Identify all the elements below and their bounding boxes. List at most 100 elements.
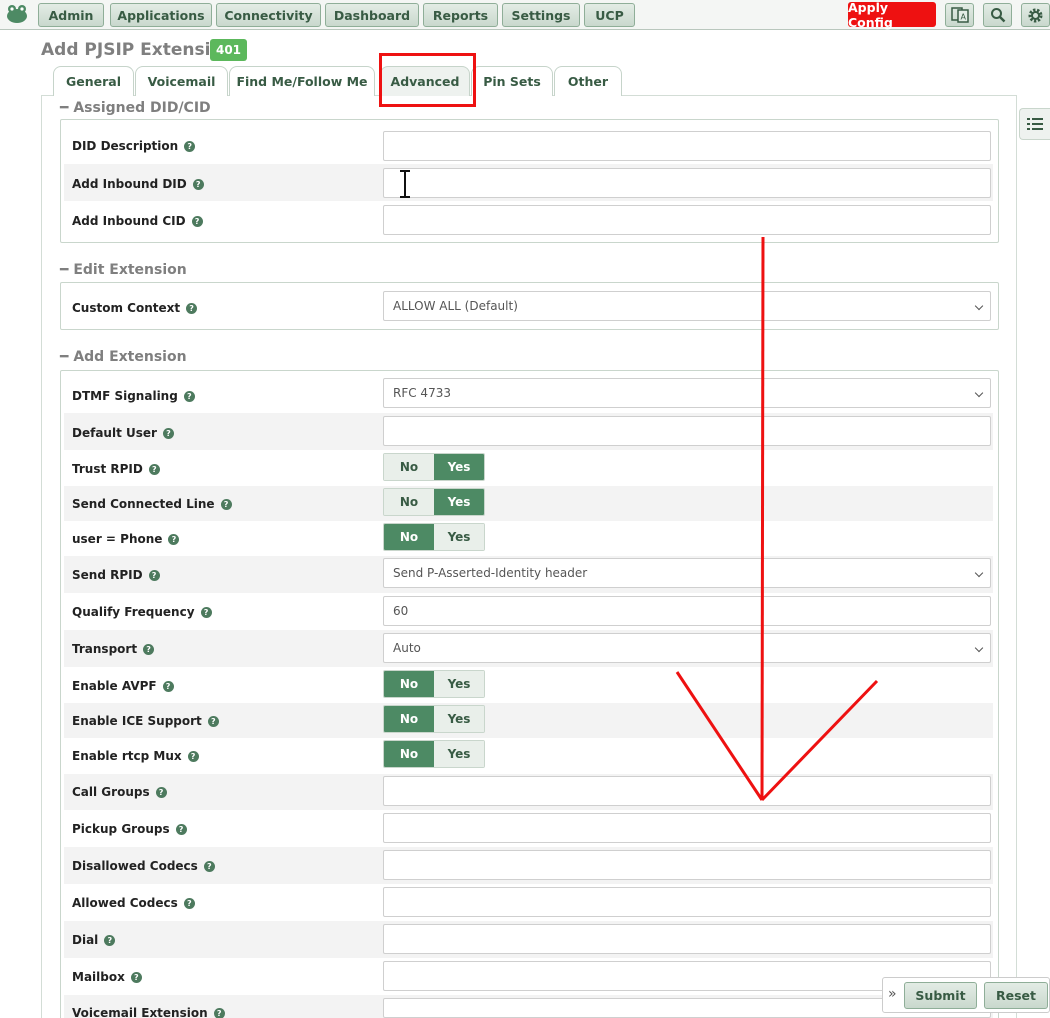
user-phone-yes[interactable]: Yes [434, 524, 484, 550]
help-icon[interactable]: ? [162, 427, 174, 439]
nav-reports[interactable]: Reports [423, 3, 498, 27]
label-dtmf: DTMF Signaling [72, 389, 178, 403]
label-voicemail-extension: Voicemail Extension [72, 1006, 208, 1018]
row-enable-rtcp-mux: Enable rtcp Mux? [64, 738, 993, 774]
nav-dashboard[interactable]: Dashboard [325, 3, 419, 27]
collapse-chevron-icon[interactable]: » [888, 986, 897, 1002]
help-icon[interactable]: ? [183, 390, 195, 402]
label-enable-rtcp-mux: Enable rtcp Mux [72, 749, 182, 763]
tab-other[interactable]: Other [554, 66, 622, 96]
disallowed-codecs-input[interactable] [383, 850, 991, 880]
default-user-input[interactable] [383, 416, 991, 446]
apply-config-button[interactable]: Apply Config [848, 0, 936, 30]
submit-button[interactable]: Submit [904, 982, 977, 1009]
label-disallowed-codecs: Disallowed Codecs [72, 859, 198, 873]
enable-ice-no[interactable]: No [384, 706, 434, 732]
user-phone-no[interactable]: No [384, 524, 434, 550]
enable-ice-yes[interactable]: Yes [434, 706, 484, 732]
help-icon[interactable]: ? [187, 750, 199, 762]
help-icon[interactable]: ? [183, 897, 195, 909]
section-header-assigned[interactable]: ━ Assigned DID/CID [60, 100, 211, 116]
call-groups-input[interactable] [383, 776, 991, 806]
trust-rpid-yes[interactable]: Yes [434, 454, 484, 480]
section-header-add[interactable]: ━ Add Extension [60, 349, 187, 365]
help-icon[interactable]: ? [220, 498, 232, 510]
help-icon[interactable]: ? [168, 533, 180, 545]
nav-applications[interactable]: Applications [110, 3, 212, 27]
tab-general[interactable]: General [53, 66, 134, 96]
gear-icon[interactable] [1021, 3, 1050, 27]
help-icon[interactable]: ? [104, 934, 116, 946]
nav-ucp[interactable]: UCP [584, 3, 635, 27]
label-qualify-frequency: Qualify Frequency [72, 605, 195, 619]
help-icon[interactable]: ? [162, 680, 174, 692]
enable-rtcp-mux-no[interactable]: No [384, 741, 434, 767]
language-icon[interactable]: A [945, 3, 974, 27]
help-icon[interactable]: ? [175, 823, 187, 835]
tab-findme-followme[interactable]: Find Me/Follow Me [229, 66, 375, 96]
nav-settings[interactable]: Settings [502, 3, 580, 27]
help-icon[interactable]: ? [213, 1007, 225, 1018]
allowed-codecs-input[interactable] [383, 887, 991, 917]
help-icon[interactable]: ? [184, 140, 196, 152]
row-user-phone: user = Phone? [64, 521, 993, 556]
section-title-add: Add Extension [73, 349, 187, 365]
help-icon[interactable]: ? [148, 569, 160, 581]
reset-button[interactable]: Reset [984, 982, 1048, 1009]
pickup-groups-input[interactable] [383, 813, 991, 843]
send-connected-line-toggle: No Yes [383, 488, 485, 516]
form-footer: » Submit Reset [882, 977, 1050, 1013]
enable-rtcp-mux-yes[interactable]: Yes [434, 741, 484, 767]
tab-voicemail[interactable]: Voicemail [135, 66, 228, 96]
enable-avpf-no[interactable]: No [384, 671, 434, 697]
label-user-phone: user = Phone [72, 532, 163, 546]
label-inbound-did: Add Inbound DID [72, 177, 187, 191]
help-icon[interactable]: ? [143, 643, 155, 655]
label-default-user: Default User [72, 426, 157, 440]
trust-rpid-no[interactable]: No [384, 454, 434, 480]
help-icon[interactable]: ? [148, 463, 160, 475]
inbound-cid-input[interactable] [383, 205, 991, 235]
page-title: Add PJSIP Extension [41, 40, 235, 60]
section-header-edit[interactable]: ━ Edit Extension [60, 262, 187, 278]
label-inbound-cid: Add Inbound CID [72, 214, 186, 228]
custom-context-select[interactable]: ALLOW ALL (Default) [383, 291, 991, 321]
send-connected-line-yes[interactable]: Yes [434, 489, 484, 515]
label-trust-rpid: Trust RPID [72, 462, 143, 476]
help-icon[interactable]: ? [203, 860, 215, 872]
help-icon[interactable]: ? [192, 178, 204, 190]
help-icon[interactable]: ? [207, 715, 219, 727]
enable-avpf-toggle: No Yes [383, 670, 485, 698]
nav-connectivity[interactable]: Connectivity [216, 3, 321, 27]
send-connected-line-no[interactable]: No [384, 489, 434, 515]
search-icon[interactable] [983, 3, 1012, 27]
label-dial: Dial [72, 933, 99, 947]
section-title-assigned: Assigned DID/CID [73, 100, 211, 116]
help-icon[interactable]: ? [186, 302, 198, 314]
did-description-input[interactable] [383, 131, 991, 161]
list-icon[interactable] [1019, 108, 1050, 140]
label-send-rpid: Send RPID [72, 568, 143, 582]
label-pickup-groups: Pickup Groups [72, 822, 170, 836]
inbound-did-input[interactable] [383, 168, 991, 198]
help-icon[interactable]: ? [200, 606, 212, 618]
nav-admin[interactable]: Admin [38, 3, 104, 27]
send-rpid-select[interactable]: Send P-Asserted-Identity header [383, 558, 991, 588]
qualify-frequency-input[interactable]: 60 [383, 596, 991, 626]
section-title-edit: Edit Extension [73, 262, 187, 278]
dial-input[interactable] [383, 924, 991, 954]
dtmf-select[interactable]: RFC 4733 [383, 378, 991, 408]
help-icon[interactable]: ? [191, 215, 203, 227]
row-enable-ice: Enable ICE Support? [64, 703, 993, 738]
logo-icon[interactable] [5, 3, 29, 25]
help-icon[interactable]: ? [155, 786, 167, 798]
tab-pin-sets[interactable]: Pin Sets [471, 66, 553, 96]
top-nav: Admin Applications Connectivity Dashboar… [0, 0, 1050, 30]
label-mailbox: Mailbox [72, 970, 125, 984]
transport-select[interactable]: Auto [383, 633, 991, 663]
enable-rtcp-mux-toggle: No Yes [383, 740, 485, 768]
label-enable-avpf: Enable AVPF [72, 679, 157, 693]
text-cursor-icon [400, 170, 410, 198]
help-icon[interactable]: ? [130, 971, 142, 983]
enable-avpf-yes[interactable]: Yes [434, 671, 484, 697]
